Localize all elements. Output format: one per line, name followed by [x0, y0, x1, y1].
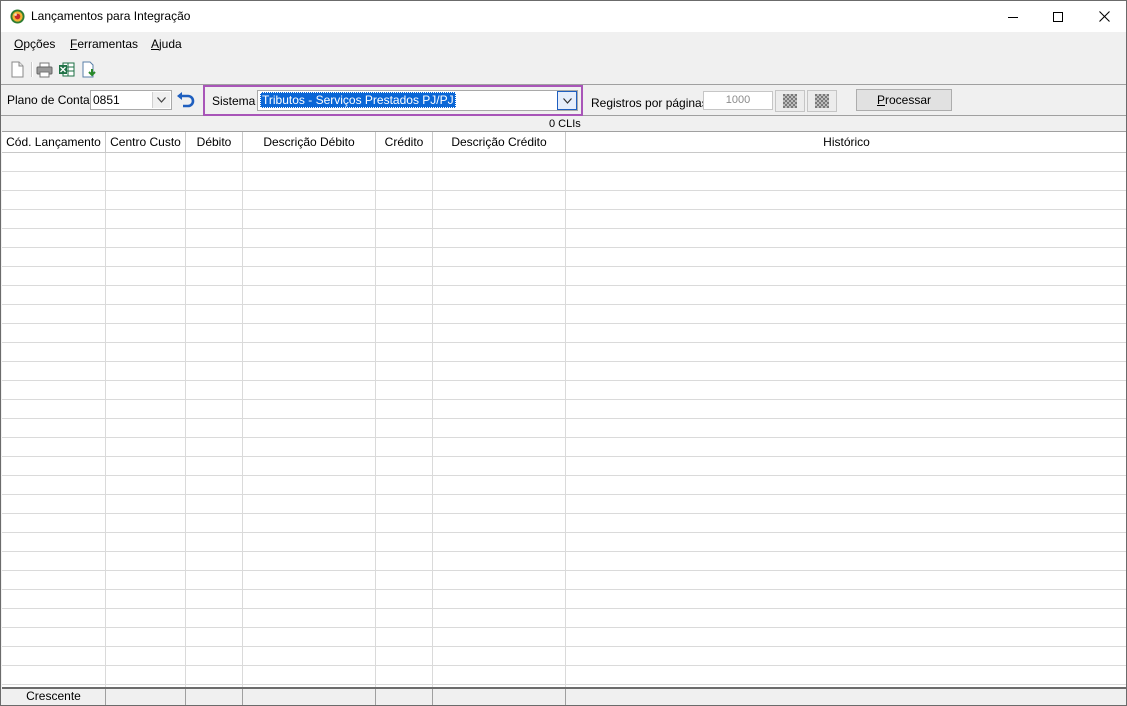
minimize-button[interactable]	[990, 1, 1036, 32]
registros-label: Registros por páginas:	[591, 96, 712, 110]
table-row[interactable]	[2, 210, 1126, 229]
maximize-icon	[1053, 11, 1063, 22]
processar-label: rocessar	[885, 93, 932, 107]
data-grid[interactable]: Cód. Lançamento Centro Custo Débito Desc…	[2, 131, 1126, 688]
table-row[interactable]	[2, 305, 1126, 324]
plano-de-contas-label: Plano de Contas	[7, 93, 96, 107]
column-header-descricao-credito[interactable]: Descrição Crédito	[433, 132, 566, 152]
table-row[interactable]	[2, 533, 1126, 552]
column-header-debito[interactable]: Débito	[186, 132, 243, 152]
filter-panel: Plano de Contas 0851 Sistema Tributos - …	[1, 84, 1126, 116]
table-row[interactable]	[2, 362, 1126, 381]
table-row[interactable]	[2, 419, 1126, 438]
table-row[interactable]	[2, 514, 1126, 533]
column-header-descricao-debito[interactable]: Descrição Débito	[243, 132, 376, 152]
main-window: Lançamentos para Integração Opções Ferra…	[0, 0, 1127, 706]
menu-ajuda[interactable]: Ajuda	[151, 37, 182, 51]
new-document-icon[interactable]	[9, 61, 26, 78]
footer-cell	[243, 689, 376, 705]
table-row[interactable]	[2, 229, 1126, 248]
column-header-cod-lancamento[interactable]: Cód. Lançamento	[2, 132, 106, 152]
table-row[interactable]	[2, 191, 1126, 210]
table-row[interactable]	[2, 153, 1126, 172]
undo-arrow-icon	[177, 92, 195, 108]
table-row[interactable]	[2, 343, 1126, 362]
grid-rows	[2, 153, 1126, 685]
close-icon	[1098, 11, 1110, 22]
minimize-icon	[1008, 16, 1018, 18]
menu-opcoes-mnemonic: O	[14, 37, 24, 51]
close-button[interactable]	[1081, 1, 1126, 32]
table-row[interactable]	[2, 457, 1126, 476]
processar-button[interactable]: Processar	[856, 89, 952, 111]
print-icon[interactable]	[36, 61, 53, 78]
table-row[interactable]	[2, 666, 1126, 685]
pattern-icon	[815, 94, 829, 108]
menu-opcoes-label: pções	[23, 37, 56, 51]
plano-de-contas-value: 0851	[93, 93, 120, 107]
sistema-value: Tributos - Serviços Prestados PJ/PJ	[260, 92, 456, 108]
record-count: 0 CLIs	[549, 118, 581, 130]
toolbar	[1, 56, 1126, 83]
table-row[interactable]	[2, 552, 1126, 571]
footer-cell	[106, 689, 186, 705]
table-row[interactable]	[2, 381, 1126, 400]
chevron-down-icon[interactable]	[152, 92, 170, 108]
page-prev-button[interactable]	[775, 90, 805, 112]
table-row[interactable]	[2, 647, 1126, 666]
column-header-credito[interactable]: Crédito	[376, 132, 433, 152]
footer-cell	[433, 689, 566, 705]
plano-de-contas-combo[interactable]: 0851	[90, 90, 172, 110]
footer-cell	[376, 689, 433, 705]
table-row[interactable]	[2, 248, 1126, 267]
app-logo-icon	[10, 9, 25, 24]
sort-order-label[interactable]: Crescente	[2, 689, 106, 705]
table-row[interactable]	[2, 476, 1126, 495]
window-title: Lançamentos para Integração	[31, 9, 191, 23]
table-row[interactable]	[2, 628, 1126, 647]
menu-opcoes[interactable]: Opções	[14, 37, 55, 51]
page-next-button[interactable]	[807, 90, 837, 112]
table-row[interactable]	[2, 590, 1126, 609]
toolbar-separator	[31, 62, 33, 77]
column-header-historico[interactable]: Histórico	[566, 132, 1126, 152]
menu-ajuda-label: juda	[159, 37, 182, 51]
chevron-down-icon[interactable]	[557, 91, 577, 110]
processar-mnemonic: P	[876, 93, 885, 107]
maximize-button[interactable]	[1035, 1, 1081, 32]
excel-export-icon[interactable]	[58, 61, 75, 78]
table-row[interactable]	[2, 400, 1126, 419]
registros-input[interactable]: 1000	[703, 91, 773, 110]
table-row[interactable]	[2, 286, 1126, 305]
footer-cell	[186, 689, 243, 705]
column-header-centro-custo[interactable]: Centro Custo	[106, 132, 186, 152]
sistema-highlight: Sistema Tributos - Serviços Prestados PJ…	[203, 85, 583, 116]
menu-ferramentas[interactable]: Ferramentas	[70, 37, 138, 51]
menu-ferramentas-label: erramentas	[77, 37, 139, 51]
table-row[interactable]	[2, 267, 1126, 286]
grid-footer: Crescente	[2, 687, 1126, 705]
menu-ajuda-mnemonic: A	[151, 37, 160, 51]
footer-cell	[566, 689, 1126, 705]
menu-bar: Opções Ferramentas Ajuda	[1, 32, 1126, 56]
grid-header: Cód. Lançamento Centro Custo Débito Desc…	[2, 132, 1126, 153]
table-row[interactable]	[2, 609, 1126, 628]
sistema-label: Sistema	[212, 94, 256, 108]
pattern-icon	[783, 94, 797, 108]
table-row[interactable]	[2, 438, 1126, 457]
table-row[interactable]	[2, 324, 1126, 343]
table-row[interactable]	[2, 172, 1126, 191]
title-bar: Lançamentos para Integração	[1, 1, 1126, 32]
refresh-button[interactable]	[176, 91, 196, 110]
table-row[interactable]	[2, 495, 1126, 514]
import-icon[interactable]	[81, 61, 98, 78]
sistema-combo[interactable]: Tributos - Serviços Prestados PJ/PJ	[257, 90, 578, 111]
table-row[interactable]	[2, 571, 1126, 590]
